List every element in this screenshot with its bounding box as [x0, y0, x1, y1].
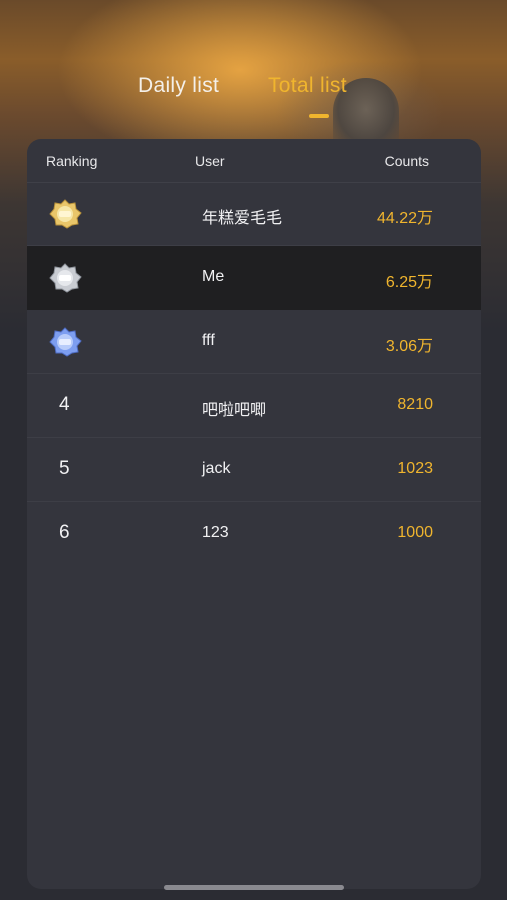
user-name: Me — [202, 268, 225, 285]
user-name: fff — [202, 332, 215, 349]
home-indicator[interactable] — [164, 885, 344, 890]
leaderboard-row[interactable]: 5 jack 1023 — [27, 438, 481, 502]
rank-number: 4 — [59, 394, 70, 415]
user-count: 3.06万 — [385, 338, 433, 355]
user-name: 年糕爱毛毛 — [202, 210, 283, 227]
user-column-header: User — [195, 153, 225, 169]
user-count: 6.25万 — [385, 274, 433, 291]
user-count: 8210 — [397, 396, 433, 413]
tab-bar: Daily list Total list — [0, 70, 507, 130]
user-name: 吧啦吧唧 — [202, 402, 267, 419]
user-count: 1023 — [397, 460, 433, 477]
user-name: 123 — [202, 524, 229, 541]
leaderboard-header: Ranking User Counts — [27, 139, 481, 183]
leaderboard-row[interactable]: fff 3.06万 — [27, 310, 481, 374]
rank-number: 6 — [59, 522, 70, 543]
leaderboard-row-me[interactable]: Me 6.25万 — [27, 246, 481, 310]
leaderboard-row[interactable]: 4 吧啦吧唧 8210 — [27, 374, 481, 438]
silver-medal-icon — [49, 263, 82, 293]
user-name: jack — [202, 460, 231, 477]
ranking-column-header: Ranking — [46, 153, 98, 169]
active-tab-indicator — [309, 114, 329, 118]
leaderboard-card: Ranking User Counts 年糕爱毛毛 44.22万 Me 6.25… — [27, 139, 481, 889]
blue-medal-icon — [49, 327, 82, 357]
tab-daily-list[interactable]: Daily list — [138, 74, 219, 98]
leaderboard-row[interactable]: 年糕爱毛毛 44.22万 — [27, 182, 481, 246]
leaderboard-row[interactable]: 6 123 1000 — [27, 502, 481, 565]
gold-medal-icon — [49, 199, 82, 229]
user-count: 1000 — [397, 524, 433, 541]
user-count: 44.22万 — [376, 210, 433, 227]
tab-total-list[interactable]: Total list — [268, 74, 347, 98]
counts-column-header: Counts — [384, 153, 429, 169]
rank-number: 5 — [59, 458, 70, 479]
